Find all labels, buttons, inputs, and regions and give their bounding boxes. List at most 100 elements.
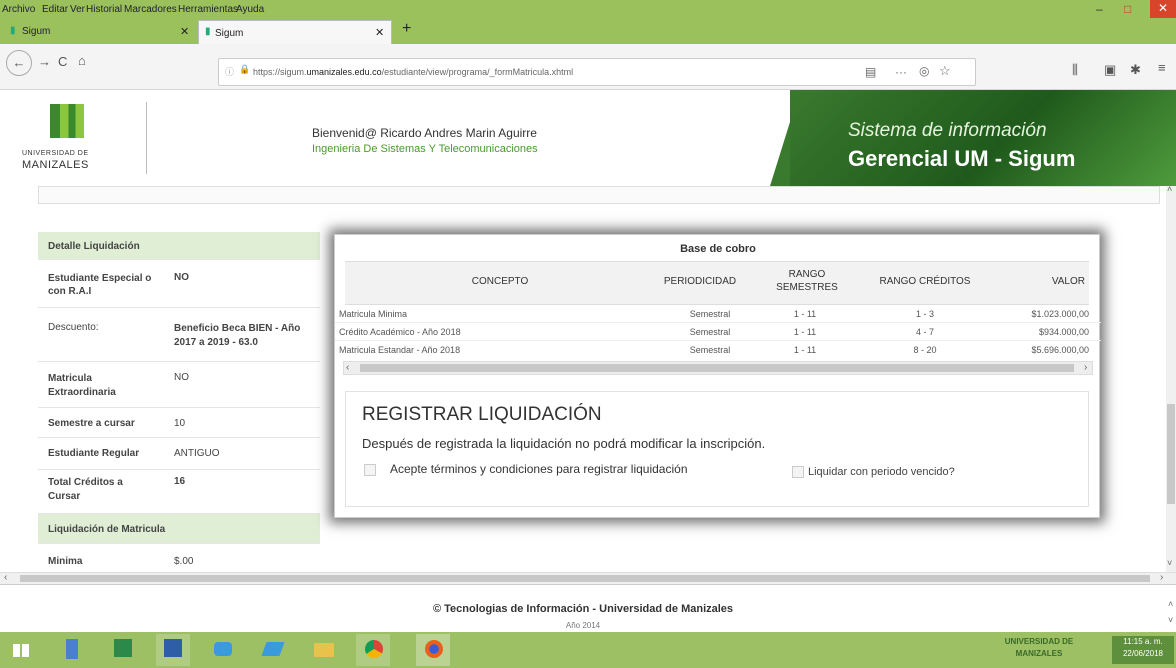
expired-period-checkbox[interactable] xyxy=(792,466,804,478)
col-rango-semestres[interactable]: RANGO SEMESTRES xyxy=(757,268,857,300)
cell-concepto: Crédito Académico - Año 2018 xyxy=(339,327,461,337)
scroll-down-icon[interactable]: ˅ xyxy=(1167,558,1172,568)
accept-terms-checkbox[interactable] xyxy=(364,464,376,476)
navigation-bar: ← → C ⌂ ⓘ 🔒 https://sigum.umanizales.edu… xyxy=(0,44,1176,90)
pocket-icon[interactable]: ◎ xyxy=(919,64,929,78)
library-icon[interactable]: ⫼ xyxy=(1072,62,1078,78)
tab-sigum-2[interactable]: ▮ Sigum ✕ xyxy=(198,20,392,44)
site-header: UNIVERSIDAD DE MANIZALES Bienvenid@ Rica… xyxy=(0,90,1176,186)
lock-icon: 🔒 xyxy=(239,64,251,74)
page-hscrollbar[interactable]: ‹ › xyxy=(0,572,1176,584)
browser-window: Archivo Editar Ver Historial Marcadores … xyxy=(0,0,1176,668)
windows-taskbar: UNIVERSIDAD DE MANIZALES 11:15 a. m. 22/… xyxy=(0,632,1176,668)
tab-bar: ▮ Sigum ✕ ▮ Sigum ✕ + xyxy=(0,18,1176,44)
scroll-thumb[interactable] xyxy=(360,364,1074,372)
footer-scroll-up-icon[interactable]: ˄ xyxy=(1168,599,1173,609)
menu-ayuda[interactable]: Ayuda xyxy=(236,4,264,15)
scroll-right-icon[interactable]: › xyxy=(1160,572,1163,583)
file-app-icon[interactable] xyxy=(56,634,90,666)
table-row: Crédito Académico - Año 2018 Semestral 1… xyxy=(335,323,1101,341)
registrar-note: Después de registrada la liquidación no … xyxy=(362,436,766,451)
registrar-panel: REGISTRAR LIQUIDACIÓN Después de registr… xyxy=(345,391,1089,507)
bookmark-star-icon[interactable]: ☆ xyxy=(939,63,951,79)
forward-button[interactable]: → xyxy=(38,54,51,69)
header-divider xyxy=(146,102,147,174)
scroll-up-icon[interactable]: ˄ xyxy=(1167,184,1172,194)
tab-favicon-icon: ▮ xyxy=(205,26,211,37)
reader-view-icon[interactable]: ▤ xyxy=(865,65,876,79)
base-cobro-dialog: Base de cobro CONCEPTO PERIODICIDAD RANG… xyxy=(334,234,1101,518)
sidebar-icon[interactable]: ▣ xyxy=(1104,62,1116,78)
page-actions-icon[interactable]: ··· xyxy=(895,65,907,79)
vscroll-thumb[interactable] xyxy=(1167,404,1175,504)
footer-copyright: © Tecnologias de Información - Universid… xyxy=(432,603,734,615)
url-text: https://sigum.umanizales.edu.co/estudian… xyxy=(253,67,574,77)
detail-row-extraordinaria: Matricula Extraordinaria NO xyxy=(38,362,320,408)
brand-line2: Gerencial UM - Sigum xyxy=(848,146,1076,171)
menu-icon[interactable]: ≡ xyxy=(1158,60,1166,75)
col-periodicidad[interactable]: PERIODICIDAD xyxy=(655,276,745,290)
home-button[interactable]: ⌂ xyxy=(78,53,86,68)
menu-ver[interactable]: Ver xyxy=(70,4,85,15)
col-concepto[interactable]: CONCEPTO xyxy=(345,276,655,290)
scroll-right-icon[interactable]: › xyxy=(1084,362,1087,373)
info-icon[interactable]: ⓘ xyxy=(225,65,234,78)
menu-editar[interactable]: Editar xyxy=(42,4,68,15)
detail-section-liquidacion: Liquidación de Matricula xyxy=(38,514,320,544)
dialog-title: Base de cobro xyxy=(680,243,756,255)
cell-creditos: 8 - 20 xyxy=(913,345,937,355)
chrome-icon[interactable] xyxy=(356,634,390,666)
cell-concepto: Matricula Estandar - Año 2018 xyxy=(339,345,461,355)
cell-semestres: 1 - 11 xyxy=(793,309,817,319)
menu-herramientas[interactable]: Herramientas xyxy=(178,4,238,15)
clock-time: 11:15 a. m. xyxy=(1123,637,1163,646)
tab-title: Sigum xyxy=(22,26,51,37)
col-rango-creditos[interactable]: RANGO CRÉDITOS xyxy=(865,276,985,290)
edit-app-icon[interactable] xyxy=(256,634,290,666)
scroll-left-icon[interactable]: ‹ xyxy=(4,572,7,583)
expired-period-label[interactable]: Liquidar con periodo vencido? xyxy=(808,466,955,478)
file-explorer-icon[interactable] xyxy=(306,634,340,666)
back-button[interactable]: ← xyxy=(6,50,32,76)
tab-sigum-1[interactable]: ▮ Sigum ✕ xyxy=(8,22,198,42)
extension-icon[interactable]: ✱ xyxy=(1130,62,1141,78)
firefox-icon[interactable] xyxy=(416,634,450,666)
new-tab-button[interactable]: + xyxy=(402,20,411,38)
close-window-button[interactable]: ✕ xyxy=(1150,0,1176,18)
detail-row-semestre: Semestre a cursar 10 xyxy=(38,408,320,438)
cell-concepto: Matricula Minima xyxy=(339,309,408,319)
page-footer: © Tecnologias de Información - Universid… xyxy=(0,584,1176,632)
scroll-left-icon[interactable]: ‹ xyxy=(346,362,349,373)
footer-scroll-down-icon[interactable]: ˅ xyxy=(1168,615,1173,625)
store-app-icon[interactable] xyxy=(206,634,240,666)
table-row: Matricula Minima Semestral 1 - 11 1 - 3 … xyxy=(335,305,1101,323)
page-vscrollbar[interactable]: ˄ ˅ xyxy=(1166,184,1176,572)
university-logo[interactable]: UNIVERSIDAD DE MANIZALES xyxy=(20,104,130,174)
menu-archivo[interactable]: Archivo xyxy=(2,4,35,15)
cell-periodicidad: Semestral xyxy=(689,345,731,355)
reload-button[interactable]: C xyxy=(58,54,67,69)
menu-historial[interactable]: Historial xyxy=(86,4,122,15)
col-valor[interactable]: VALOR xyxy=(995,276,1089,290)
accept-terms-label[interactable]: Acepte términos y condiciones para regis… xyxy=(390,462,688,476)
menu-marcadores[interactable]: Marcadores xyxy=(124,4,177,15)
registrar-title: REGISTRAR LIQUIDACIÓN xyxy=(362,404,602,425)
table-header: CONCEPTO PERIODICIDAD RANGO SEMESTRES RA… xyxy=(345,261,1089,305)
tab-close-icon[interactable]: ✕ xyxy=(180,25,189,38)
logo-text-top: UNIVERSIDAD DE xyxy=(22,150,89,157)
cell-valor: $1.023.000,00 xyxy=(1031,309,1089,319)
detail-row-especial: Estudiante Especial o con R.A.I NO xyxy=(38,260,320,308)
menu-bar: Archivo Editar Ver Historial Marcadores … xyxy=(0,0,1176,18)
table-hscrollbar[interactable]: ‹ › xyxy=(343,361,1093,375)
taskbar-clock[interactable]: 11:15 a. m. 22/06/2018 xyxy=(1112,636,1174,664)
url-bar[interactable]: ⓘ 🔒 https://sigum.umanizales.edu.co/estu… xyxy=(218,58,976,86)
word-icon[interactable] xyxy=(156,634,190,666)
hscroll-thumb[interactable] xyxy=(20,575,1150,582)
detail-row-minima: Minima $.00 xyxy=(48,556,194,567)
tab-close-icon[interactable]: ✕ xyxy=(375,26,384,39)
detail-section-header: Detalle Liquidación xyxy=(38,232,320,260)
logo-mark-icon xyxy=(50,104,84,138)
excel-icon[interactable] xyxy=(106,634,140,666)
brand-banner: Sistema de información Gerencial UM - Si… xyxy=(790,90,1176,186)
windows-start-icon[interactable] xyxy=(4,634,38,666)
